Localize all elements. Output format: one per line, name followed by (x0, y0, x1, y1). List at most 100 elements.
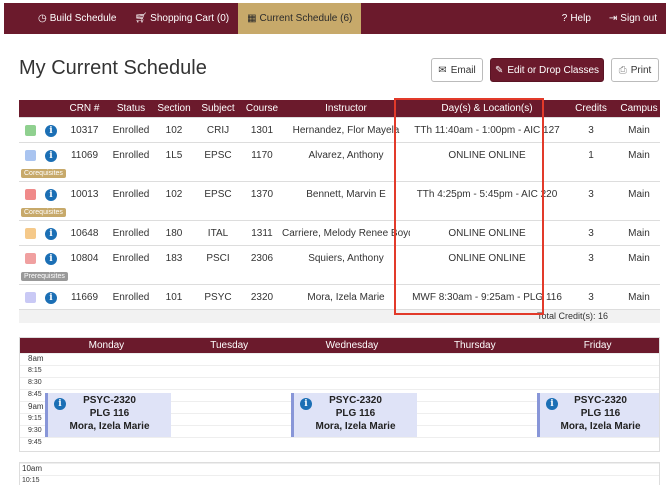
day-monday: Monday (88, 340, 125, 351)
event-course: PSYC-2320 (329, 395, 382, 406)
nav-build-schedule[interactable]: ◷ Build Schedule (4, 3, 125, 34)
event-instructor: Mora, Izela Marie (315, 421, 396, 432)
col-instructor: Instructor (282, 100, 410, 117)
col-status: Status (108, 100, 154, 117)
instructor-cell: Mora, Izela Marie (282, 283, 410, 309)
table-row: Corequisites i 10013 Enrolled 102 EPSC 1370 Ben… (19, 180, 660, 220)
calendar-body: 9:45 9:30 9:15 9am 8:45 8:30 8:15 8am i PSYC-23… (20, 353, 659, 451)
section-cell: 183 (154, 244, 194, 284)
print-button[interactable]: ⎙ Print (611, 58, 659, 82)
status-cell: Enrolled (108, 219, 154, 245)
credits-cell: 3 (564, 283, 618, 309)
event-wednesday-psyc[interactable]: i PSYC-2320 PLG 116 Mora, Izela Marie (291, 393, 417, 437)
section-cell: 101 (154, 283, 194, 309)
subject-cell: EPSC (194, 180, 242, 220)
col-course: Course (242, 100, 282, 117)
nav-help[interactable]: ? Help (553, 3, 600, 34)
corequisites-badge[interactable]: Corequisites (21, 168, 66, 178)
clock-icon: ◷ (38, 13, 47, 24)
course-color-swatch (24, 252, 36, 264)
color-cell: Corequisites (19, 141, 66, 181)
days-location-cell: ONLINE ONLINE (410, 244, 564, 284)
table-header-row: CRN # Status Section Subject Course Inst… (19, 100, 660, 117)
weekly-calendar: Monday Tuesday Wednesday Thursday Friday… (19, 337, 660, 452)
nav-signout-label: Sign out (620, 13, 657, 24)
info-icon[interactable]: i (45, 252, 57, 265)
nav-current-label: Current Schedule (6) (259, 13, 353, 24)
info-icon[interactable]: i (45, 124, 57, 137)
status-cell: Enrolled (108, 244, 154, 284)
time-slot-label: 10am (20, 463, 659, 474)
course-color-swatch (24, 227, 36, 239)
days-location-cell: ONLINE ONLINE (410, 219, 564, 245)
campus-cell: Main (618, 244, 660, 284)
course-color-swatch (24, 149, 36, 161)
event-monday-psyc[interactable]: i PSYC-2320 PLG 116 Mora, Izela Marie (45, 393, 171, 437)
edit-drop-classes-button[interactable]: ✎ Edit or Drop Classes (490, 58, 604, 82)
pencil-icon: ✎ (494, 64, 504, 76)
col-subject: Subject (194, 100, 242, 117)
info-icon[interactable]: i (54, 398, 66, 410)
subject-cell: ITAL (194, 219, 242, 245)
days-location-cell: TTh 11:40am - 1:00pm - AIC 127 (410, 116, 564, 142)
event-friday-psyc[interactable]: i PSYC-2320 PLG 116 Mora, Izela Marie (537, 393, 659, 437)
instructor-cell: Carriere, Melody Renee Boyd (282, 219, 410, 245)
envelope-icon: ✉ (438, 64, 447, 76)
calendar-header: Monday Tuesday Wednesday Thursday Friday (20, 338, 659, 353)
table-row: i 11669 Enrolled 101 PSYC 2320 Mora, Izela Mar… (19, 283, 660, 309)
col-info (41, 100, 61, 117)
col-credits: Credits (564, 100, 618, 117)
credits-cell: 1 (564, 141, 618, 181)
course-cell: 2306 (242, 244, 282, 284)
campus-cell: Main (618, 116, 660, 142)
crn-cell: 11669 (61, 283, 108, 309)
course-cell: 1370 (242, 180, 282, 220)
info-icon[interactable]: i (45, 291, 57, 304)
days-location-cell: ONLINE ONLINE (410, 141, 564, 181)
edit-label: Edit or Drop Classes (507, 64, 600, 76)
credits-cell: 3 (564, 219, 618, 245)
event-room: PLG 116 (89, 408, 130, 419)
info-icon[interactable]: i (45, 227, 57, 240)
day-friday: Friday (583, 340, 612, 351)
page-title: My Current Schedule (19, 57, 207, 79)
prerequisites-badge[interactable]: Prerequisites (21, 271, 68, 281)
info-icon[interactable]: i (546, 398, 558, 410)
cart-icon: 🛒︎ (134, 13, 148, 24)
campus-cell: Main (618, 141, 660, 181)
email-button[interactable]: ✉ Email (431, 58, 483, 82)
event-instructor: Mora, Izela Marie (560, 421, 641, 432)
corequisites-badge[interactable]: Corequisites (21, 207, 66, 217)
sign-out-icon: ⇥ (608, 13, 618, 24)
event-instructor: Mora, Izela Marie (69, 421, 150, 432)
nav-build-label: Build Schedule (49, 13, 117, 24)
campus-cell: Main (618, 180, 660, 220)
nav-sign-out[interactable]: ⇥ Sign out (600, 3, 666, 34)
subject-cell: CRIJ (194, 116, 242, 142)
course-cell: 2320 (242, 283, 282, 309)
col-color (19, 100, 41, 117)
weekly-calendar-continued: 10am 10:15 (19, 462, 660, 485)
subject-cell: EPSC (194, 141, 242, 181)
info-icon[interactable]: i (45, 149, 57, 162)
nav-current-schedule[interactable]: ▦ Current Schedule (6) (238, 3, 362, 34)
instructor-cell: Squiers, Anthony (282, 244, 410, 284)
status-cell: Enrolled (108, 283, 154, 309)
calendar-icon: ▦ (247, 13, 257, 24)
days-location-cell: TTh 4:25pm - 5:45pm - AIC 220 (410, 180, 564, 220)
col-crn: CRN # (61, 100, 108, 117)
credits-cell: 3 (564, 180, 618, 220)
calendar-gutter (20, 338, 45, 353)
col-days-location: Day(s) & Location(s) (410, 100, 564, 117)
event-course: PSYC-2320 (83, 395, 136, 406)
question-icon: ? (561, 13, 568, 24)
crn-cell: 10013 (61, 180, 108, 220)
info-cell: i (41, 219, 61, 245)
instructor-cell: Bennett, Marvin E (282, 180, 410, 220)
col-campus: Campus (618, 100, 660, 117)
info-icon[interactable]: i (300, 398, 312, 410)
table-row: Corequisites i 11069 Enrolled 1L5 EPSC 1170 Alv… (19, 141, 660, 181)
time-slot-label: 8am (20, 353, 659, 364)
info-icon[interactable]: i (45, 188, 57, 201)
nav-shopping-cart[interactable]: 🛒︎ Shopping Cart (0) (125, 3, 238, 34)
